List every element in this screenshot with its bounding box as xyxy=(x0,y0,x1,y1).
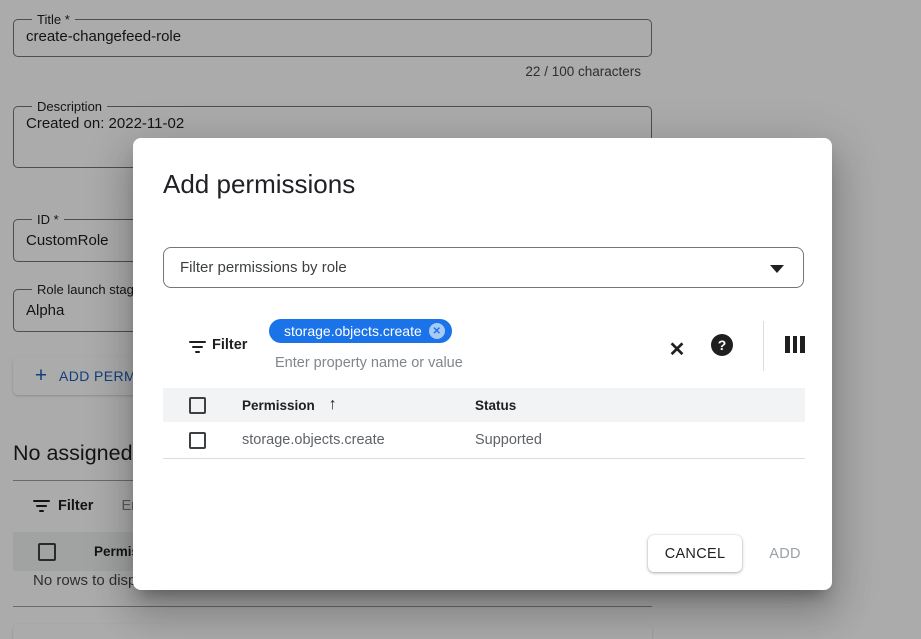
help-icon[interactable]: ? xyxy=(711,334,733,356)
permissions-filter-toolbar: Filter storage.objects.create ✕ ✕ ? xyxy=(163,308,805,383)
permission-column-header[interactable]: Permission xyxy=(242,398,315,413)
row-checkbox[interactable] xyxy=(189,432,206,449)
filter-label: Filter xyxy=(212,337,247,353)
toolbar-divider xyxy=(763,321,764,371)
row-status-cell: Supported xyxy=(475,432,542,448)
role-dropdown-value: Filter permissions by role xyxy=(180,259,347,276)
add-button[interactable]: ADD xyxy=(755,535,815,572)
permissions-table: Permission ↑ Status storage.objects.crea… xyxy=(163,388,805,459)
filter-property-input[interactable] xyxy=(275,355,605,371)
filter-icon xyxy=(189,341,206,353)
chevron-down-icon xyxy=(770,265,784,273)
add-permissions-dialog: Add permissions Filter permissions by ro… xyxy=(133,138,832,590)
clear-filters-icon[interactable]: ✕ xyxy=(661,333,693,365)
chip-remove-icon[interactable]: ✕ xyxy=(429,323,445,339)
filter-chip-label: storage.objects.create xyxy=(284,323,422,339)
status-column-header[interactable]: Status xyxy=(475,398,516,413)
column-display-options-icon[interactable] xyxy=(783,336,807,353)
permissions-table-header: Permission ↑ Status xyxy=(163,388,805,422)
cancel-button[interactable]: CANCEL xyxy=(648,535,742,572)
dialog-actions: CANCEL ADD xyxy=(133,533,832,573)
table-row[interactable]: storage.objects.create Supported xyxy=(163,422,805,459)
filter-permissions-by-role-dropdown[interactable]: Filter permissions by role xyxy=(163,247,804,288)
dialog-title: Add permissions xyxy=(163,169,355,200)
row-permission-cell: storage.objects.create xyxy=(242,432,385,448)
sort-ascending-icon[interactable]: ↑ xyxy=(329,396,337,414)
select-all-checkbox[interactable] xyxy=(189,397,206,414)
filter-chip[interactable]: storage.objects.create ✕ xyxy=(269,319,452,343)
